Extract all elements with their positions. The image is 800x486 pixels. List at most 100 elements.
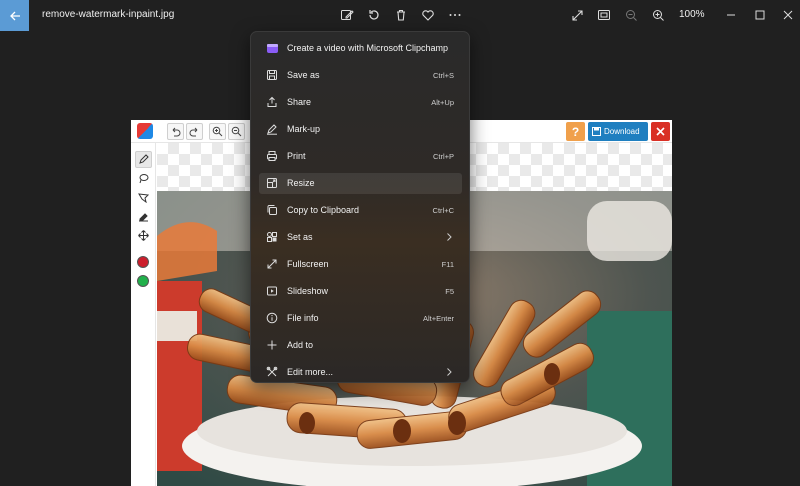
back-button[interactable] xyxy=(0,0,29,31)
set-as-icon xyxy=(265,230,279,244)
redo-button xyxy=(186,123,203,140)
download-button: Download xyxy=(588,122,648,141)
editor-sidebar xyxy=(131,143,156,486)
brush-icon xyxy=(139,154,149,164)
share-icon xyxy=(265,95,279,109)
download-label: Download xyxy=(604,127,640,136)
chevron-right-icon xyxy=(447,233,452,241)
editor-zoom-out-button xyxy=(228,123,245,140)
zoom-level: 100% xyxy=(679,9,705,20)
menu-item-save-as[interactable]: Save as Ctrl+S xyxy=(259,65,462,86)
brush-tool xyxy=(135,151,152,168)
red-color-swatch xyxy=(137,256,149,268)
lasso-tool xyxy=(135,170,152,187)
zoom-in-icon xyxy=(652,9,664,21)
lasso-icon xyxy=(139,174,149,184)
more-button[interactable] xyxy=(446,6,464,24)
menu-item-label: Create a video with Microsoft Clipchamp xyxy=(287,43,449,53)
more-options-menu: Create a video with Microsoft Clipchamp … xyxy=(250,31,470,383)
edit-image-icon xyxy=(341,10,354,20)
menu-item-edit-more[interactable]: Edit more... xyxy=(259,362,462,383)
menu-item-resize[interactable]: Resize xyxy=(259,173,462,194)
menu-item-clipchamp[interactable]: Create a video with Microsoft Clipchamp xyxy=(259,38,462,59)
more-icon xyxy=(449,14,461,16)
fit-to-window-button[interactable] xyxy=(595,6,613,24)
edit-more-icon xyxy=(265,365,279,379)
undo-icon xyxy=(172,127,181,137)
file-name: remove-watermark-inpaint.jpg xyxy=(42,9,175,20)
menu-item-label: Mark-up xyxy=(287,124,321,134)
minimize-button[interactable] xyxy=(722,6,740,24)
maximize-icon xyxy=(755,10,765,20)
rotate-button[interactable] xyxy=(365,6,383,24)
resize-icon xyxy=(265,176,279,190)
editor-close-button xyxy=(651,122,670,141)
editor-zoom-in-button xyxy=(209,123,226,140)
add-icon xyxy=(265,338,279,352)
copy-icon xyxy=(265,203,279,217)
menu-item-label: Slideshow xyxy=(287,286,329,296)
polygon-icon xyxy=(138,193,149,203)
menu-item-shortcut: F5 xyxy=(445,287,454,296)
menu-item-shortcut: Ctrl+S xyxy=(432,71,454,80)
menu-item-label: Fullscreen xyxy=(287,259,329,269)
save-icon xyxy=(592,127,601,136)
editor-logo xyxy=(137,123,153,139)
clipchamp-icon xyxy=(265,41,279,55)
print-icon xyxy=(265,149,279,163)
redo-icon xyxy=(189,127,198,137)
help-button: ? xyxy=(566,122,585,141)
menu-item-label: Share xyxy=(287,97,312,107)
zoom-out-icon xyxy=(231,126,242,137)
menu-item-shortcut: F11 xyxy=(441,260,454,269)
menu-item-fullscreen[interactable]: Fullscreen F11 xyxy=(259,254,462,275)
eraser-icon xyxy=(139,213,148,222)
undo-button xyxy=(167,123,184,140)
edit-image-button[interactable] xyxy=(338,6,356,24)
move-tool xyxy=(135,227,152,244)
zoom-in-icon xyxy=(212,126,223,137)
menu-item-label: Print xyxy=(287,151,306,161)
delete-button[interactable] xyxy=(392,6,410,24)
menu-item-label: Set as xyxy=(287,232,313,242)
menu-item-label: Edit more... xyxy=(287,367,334,377)
fullscreen-button[interactable] xyxy=(568,6,586,24)
menu-item-shortcut: Alt+Enter xyxy=(422,314,454,323)
zoom-in-button[interactable] xyxy=(649,6,667,24)
menu-item-share[interactable]: Share Alt+Up xyxy=(259,92,462,113)
menu-item-print[interactable]: Print Ctrl+P xyxy=(259,146,462,167)
maximize-button[interactable] xyxy=(751,6,769,24)
menu-item-label: Save as xyxy=(287,70,320,80)
fit-icon xyxy=(598,10,610,20)
back-arrow-icon xyxy=(9,11,20,20)
title-bar: remove-watermark-inpaint.jpg 100% xyxy=(0,0,800,31)
menu-item-label: Add to xyxy=(287,340,314,350)
menu-item-file-info[interactable]: File info Alt+Enter xyxy=(259,308,462,329)
minimize-icon xyxy=(727,14,735,16)
menu-item-copy-to-clipboard[interactable]: Copy to Clipboard Ctrl+C xyxy=(259,200,462,221)
menu-item-mark-up[interactable]: Mark-up xyxy=(259,119,462,140)
save-icon xyxy=(265,68,279,82)
menu-item-shortcut: Ctrl+C xyxy=(432,206,454,215)
chevron-right-icon xyxy=(447,368,452,376)
fullscreen-icon xyxy=(571,9,583,21)
eraser-tool xyxy=(135,208,152,225)
close-icon xyxy=(783,10,793,20)
zoom-out-button[interactable] xyxy=(622,6,640,24)
close-button[interactable] xyxy=(779,6,797,24)
delete-icon xyxy=(397,9,405,21)
close-icon xyxy=(656,127,665,136)
menu-item-shortcut: Alt+Up xyxy=(431,98,454,107)
info-icon xyxy=(265,311,279,325)
menu-item-set-as[interactable]: Set as xyxy=(259,227,462,248)
polygon-tool xyxy=(135,189,152,206)
menu-item-label: Copy to Clipboard xyxy=(287,205,360,215)
menu-item-label: File info xyxy=(287,313,319,323)
menu-item-add-to[interactable]: Add to xyxy=(259,335,462,356)
zoom-out-icon xyxy=(625,9,637,21)
markup-icon xyxy=(265,122,279,136)
favorite-button[interactable] xyxy=(419,6,437,24)
menu-item-slideshow[interactable]: Slideshow F5 xyxy=(259,281,462,302)
favorite-icon xyxy=(422,10,434,21)
rotate-icon xyxy=(369,10,379,20)
